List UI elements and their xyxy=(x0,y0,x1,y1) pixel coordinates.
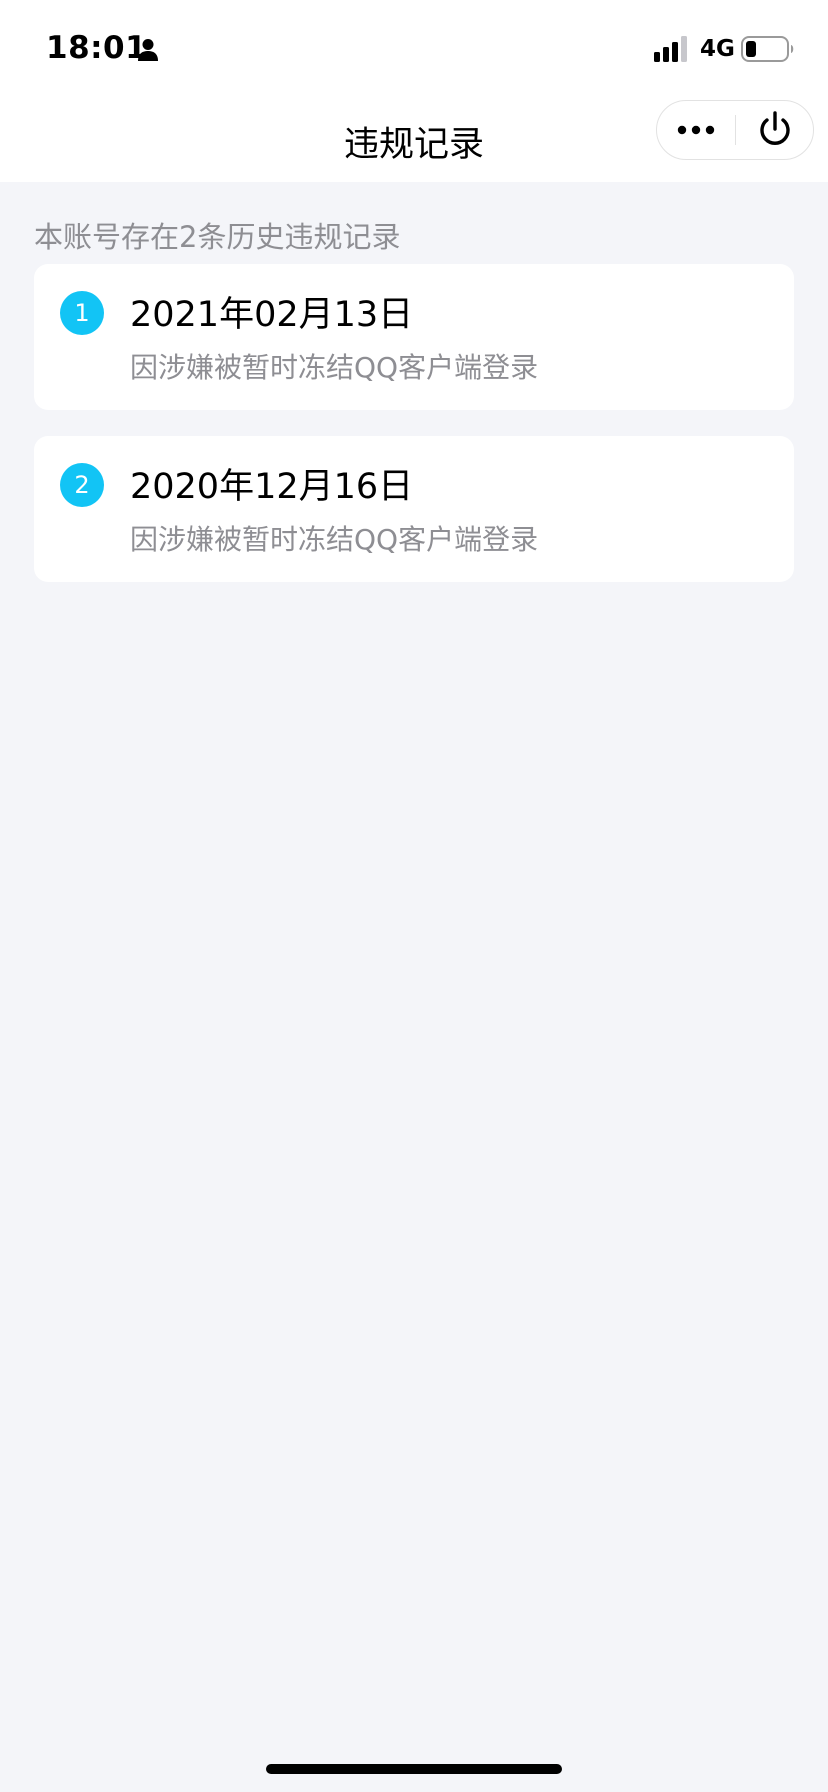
status-time: 18:01 xyxy=(46,30,148,66)
record-reason: 因涉嫌被暂时冻结QQ客户端登录 xyxy=(130,523,539,556)
more-icon xyxy=(677,125,715,135)
battery-icon xyxy=(741,36,794,62)
record-reason: 因涉嫌被暂时冻结QQ客户端登录 xyxy=(130,351,539,384)
mini-program-capsule xyxy=(656,100,814,160)
record-card: 1 2021年02月13日 因涉嫌被暂时冻结QQ客户端登录 xyxy=(34,264,794,410)
network-type: 4G xyxy=(700,36,735,62)
record-index-badge: 2 xyxy=(60,463,104,507)
nav-bar: 违规记录 xyxy=(0,92,828,182)
signal-icon xyxy=(654,36,687,62)
power-icon xyxy=(760,111,790,145)
summary-text: 本账号存在2条历史违规记录 xyxy=(34,220,401,254)
record-index-badge: 1 xyxy=(60,291,104,335)
more-button[interactable] xyxy=(657,101,735,159)
record-date: 2020年12月16日 xyxy=(130,467,414,507)
status-bar: 18:01 4G xyxy=(0,0,828,92)
person-icon xyxy=(138,39,158,61)
close-button[interactable] xyxy=(736,101,814,159)
home-indicator xyxy=(266,1764,562,1774)
record-card: 2 2020年12月16日 因涉嫌被暂时冻结QQ客户端登录 xyxy=(34,436,794,582)
record-date: 2021年02月13日 xyxy=(130,295,414,335)
